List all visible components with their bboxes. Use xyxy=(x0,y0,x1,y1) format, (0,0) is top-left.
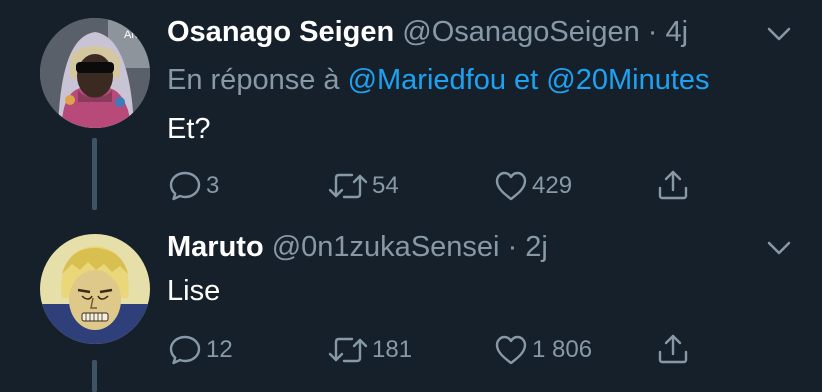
like-count: 1 806 xyxy=(532,336,593,363)
retweet-button[interactable]: 54 xyxy=(328,170,399,202)
timestamp[interactable]: 2j xyxy=(525,231,548,263)
separator-dot: · xyxy=(647,16,658,48)
separator-dot: · xyxy=(507,231,518,263)
share-icon xyxy=(658,170,688,200)
display-name[interactable]: Osanago Seigen xyxy=(167,16,394,48)
retweet-icon xyxy=(328,173,368,199)
avatar-photo-icon: Ah xyxy=(40,18,150,128)
tweet-2[interactable]: Maruto @0n1zukaSensei · 2j Lise 12 181 1… xyxy=(0,210,822,392)
avatar-photo-icon xyxy=(40,234,150,344)
chevron-down-icon[interactable] xyxy=(765,238,793,258)
reply-prefix: En réponse à xyxy=(167,64,340,96)
display-name[interactable]: Maruto xyxy=(167,231,264,263)
share-button[interactable] xyxy=(656,168,690,202)
thread-line xyxy=(92,360,97,392)
avatar[interactable] xyxy=(40,234,150,344)
share-button[interactable] xyxy=(656,332,690,366)
retweet-count: 181 xyxy=(372,336,413,363)
like-button[interactable]: 429 xyxy=(494,170,572,202)
tweet-text: Lise xyxy=(167,275,221,307)
heart-icon xyxy=(495,171,527,201)
tweet-header: Osanago Seigen @OsanagoSeigen · 4j xyxy=(167,15,688,49)
timestamp[interactable]: 4j xyxy=(666,16,689,48)
tweet-1[interactable]: Ah Osanago Seigen @OsanagoSeigen · 4j En… xyxy=(0,0,822,210)
user-handle[interactable]: @0n1zukaSensei xyxy=(272,231,500,263)
tweet-header: Maruto @0n1zukaSensei · 2j xyxy=(167,230,548,264)
reply-button[interactable]: 12 xyxy=(168,334,233,366)
avatar-backdrop-text: Ah xyxy=(124,29,137,41)
reply-button[interactable]: 3 xyxy=(168,170,219,202)
mention-conjunction: et xyxy=(514,64,539,96)
thread-line xyxy=(92,138,97,210)
like-count: 429 xyxy=(532,172,573,199)
reply-icon xyxy=(169,335,201,365)
mention-link[interactable]: @Mariedfou xyxy=(348,64,506,96)
reply-count: 12 xyxy=(206,336,233,363)
reply-context: En réponse à @Mariedfou et @20Minutes xyxy=(167,63,710,97)
heart-icon xyxy=(495,335,527,365)
share-icon xyxy=(658,334,688,364)
reply-icon xyxy=(169,171,201,201)
retweet-icon xyxy=(328,337,368,363)
reply-count: 3 xyxy=(206,172,220,199)
user-handle[interactable]: @OsanagoSeigen xyxy=(402,16,639,48)
avatar[interactable]: Ah xyxy=(40,18,150,128)
tweet-text: Et? xyxy=(167,113,211,145)
retweet-button[interactable]: 181 xyxy=(328,334,412,366)
chevron-down-icon[interactable] xyxy=(765,24,793,44)
like-button[interactable]: 1 806 xyxy=(494,334,592,366)
mention-link[interactable]: @20Minutes xyxy=(546,64,709,96)
retweet-count: 54 xyxy=(372,172,399,199)
